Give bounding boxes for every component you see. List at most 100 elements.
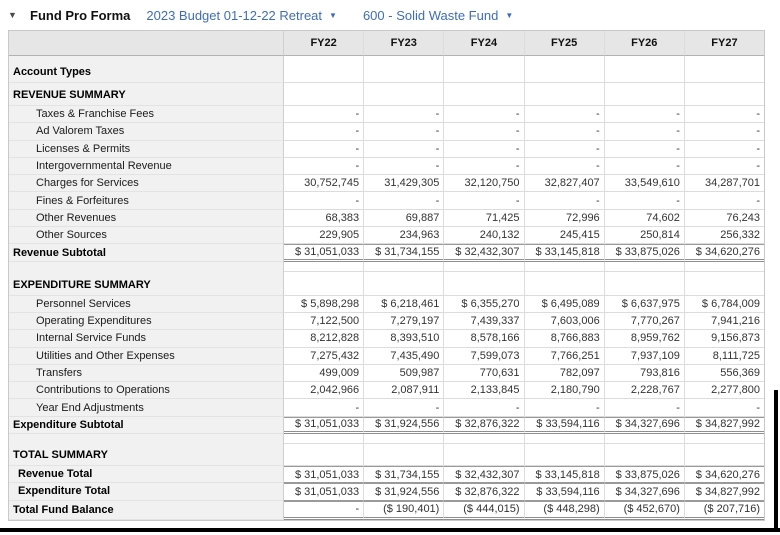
value-cell: $ 34,327,696 [605,483,685,500]
value-cell [364,444,444,466]
value-cell: 32,827,407 [525,175,605,192]
value-cell: $ 33,875,026 [605,466,685,483]
row-label: Year End Adjustments [9,399,284,416]
value-cell: - [605,192,685,209]
value-cell: 250,814 [605,227,685,244]
table-row: Charges for Services30,752,74531,429,305… [9,175,764,192]
table-row: Expenditure Total$ 31,051,033$ 31,924,55… [9,483,764,500]
column-header-fy27: FY27 [685,31,764,56]
value-cell: $ 32,876,322 [444,483,524,500]
value-cell: 245,415 [525,227,605,244]
value-cell: $ 31,051,033 [284,483,364,500]
chevron-down-icon: ▼ [505,10,513,20]
value-cell: 8,212,828 [284,330,364,347]
table-row: Expenditure Subtotal$ 31,051,033$ 31,924… [9,417,764,434]
value-cell: - [685,123,764,140]
fund-dropdown[interactable]: 600 - Solid Waste Fund ▼ [363,8,513,23]
row-label: Taxes & Franchise Fees [9,106,284,123]
value-cell: 793,816 [605,365,685,382]
table-row: Taxes & Franchise Fees------ [9,106,764,123]
value-cell: 8,578,166 [444,330,524,347]
value-cell: $ 6,218,461 [364,296,444,313]
value-cell [444,262,524,272]
collapse-caret-icon[interactable]: ▼ [8,10,30,20]
value-cell [685,272,764,296]
table-row: Licenses & Permits------ [9,141,764,158]
row-label [9,434,284,444]
value-cell: $ 5,898,298 [284,296,364,313]
value-cell: $ 33,145,818 [525,244,605,261]
column-header-fy26: FY26 [605,31,685,56]
toolbar: ▼ Fund Pro Forma 2023 Budget 01-12-22 Re… [0,0,780,30]
value-cell: $ 6,784,009 [685,296,764,313]
value-cell: - [444,123,524,140]
budget-version-dropdown[interactable]: 2023 Budget 01-12-22 Retreat ▼ [146,8,337,23]
value-cell: 782,097 [525,365,605,382]
row-label: Ad Valorem Taxes [9,123,284,140]
row-label: Internal Service Funds [9,330,284,347]
window-border-right [774,390,778,532]
value-cell: 69,887 [364,210,444,227]
row-label: Revenue Subtotal [9,244,284,261]
value-cell: ($ 207,716) [685,501,764,520]
row-label: Revenue Total [9,466,284,483]
value-cell: 8,393,510 [364,330,444,347]
table-row: Utilities and Other Expenses7,275,4327,4… [9,348,764,365]
value-cell: 72,996 [525,210,605,227]
table-row: Other Sources229,905234,963240,132245,41… [9,227,764,244]
value-cell: 74,602 [605,210,685,227]
row-label: Other Revenues [9,210,284,227]
value-cell: - [364,106,444,123]
table-row: Fines & Forfeitures------ [9,192,764,209]
value-cell: 31,429,305 [364,175,444,192]
value-cell: 30,752,745 [284,175,364,192]
value-cell: $ 34,327,696 [605,417,685,434]
row-label: Operating Expenditures [9,313,284,330]
row-label: Contributions to Operations [9,382,284,399]
value-cell: 556,369 [685,365,764,382]
value-cell: 770,631 [444,365,524,382]
value-cell: $ 32,432,307 [444,466,524,483]
value-cell: - [525,141,605,158]
row-label: Utilities and Other Expenses [9,348,284,365]
row-label: Expenditure Subtotal [9,417,284,434]
value-cell: $ 34,827,992 [685,417,764,434]
value-cell: 2,133,845 [444,382,524,399]
table-row: REVENUE SUMMARY [9,83,764,106]
value-cell [364,272,444,296]
table-row: Ad Valorem Taxes------ [9,123,764,140]
row-label: Intergovernmental Revenue [9,158,284,175]
value-cell [525,83,605,106]
row-label: REVENUE SUMMARY [9,83,284,106]
value-cell: - [525,399,605,416]
value-cell: $ 32,876,322 [444,417,524,434]
value-cell: - [525,123,605,140]
value-cell [685,83,764,106]
table-row: Year End Adjustments------ [9,399,764,416]
value-cell: 8,766,883 [525,330,605,347]
value-cell [685,56,764,83]
budget-version-label: 2023 Budget 01-12-22 Retreat [146,8,322,23]
value-cell [284,444,364,466]
value-cell: - [444,158,524,175]
corner-header-cell [9,31,284,56]
value-cell: $ 34,620,276 [685,466,764,483]
value-cell: 7,599,073 [444,348,524,365]
value-cell [444,272,524,296]
value-cell: - [525,192,605,209]
value-cell [525,56,605,83]
value-cell: - [364,399,444,416]
value-cell [605,434,685,444]
value-cell: - [444,192,524,209]
value-cell: - [444,106,524,123]
table-row: Operating Expenditures7,122,5007,279,197… [9,313,764,330]
value-cell: 68,383 [284,210,364,227]
value-cell: - [525,158,605,175]
value-cell: 2,087,911 [364,382,444,399]
value-cell: - [444,141,524,158]
table-row: Revenue Subtotal$ 31,051,033$ 31,734,155… [9,244,764,261]
column-header-fy23: FY23 [364,31,444,56]
value-cell: $ 31,734,155 [364,466,444,483]
value-cell: ($ 444,015) [444,501,524,520]
table-row: Other Revenues68,38369,88771,42572,99674… [9,210,764,227]
